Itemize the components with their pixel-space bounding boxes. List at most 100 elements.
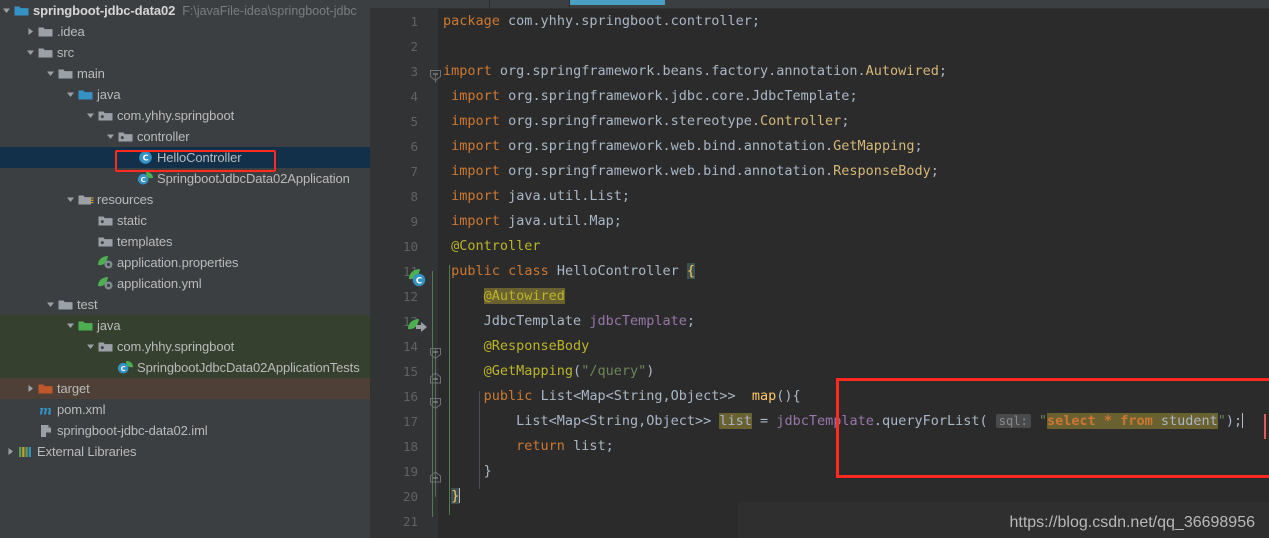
excluded-folder-icon	[37, 382, 54, 395]
code-line-14: @ResponseBody	[483, 338, 590, 354]
code-line-3: import org.springframework.beans.factory…	[443, 63, 947, 79]
chevron-down-icon[interactable]	[64, 321, 77, 330]
chevron-down-icon[interactable]	[84, 111, 97, 120]
code-text-area[interactable]: package com.yhhy.springboot.controller; …	[438, 9, 1269, 538]
external-libraries-icon	[17, 445, 34, 459]
sidebar-item-label: test	[77, 297, 98, 312]
project-tree[interactable]: springboot-jdbc-data02 F:\javaFile-idea\s…	[0, 0, 370, 462]
sidebar-item-application-properties[interactable]: application.properties	[0, 252, 370, 273]
sidebar-item-springbootjdbcdata02applicationtests[interactable]: C SpringbootJdbcData02ApplicationTests	[0, 357, 370, 378]
sidebar-item-label: java	[97, 87, 121, 102]
sidebar-item-com-yhhy-springboot[interactable]: com.yhhy.springboot	[0, 105, 370, 126]
sidebar-item-main[interactable]: main	[0, 63, 370, 84]
package-folder-icon	[97, 214, 114, 227]
sidebar-item-label: main	[77, 66, 105, 81]
project-tree-panel[interactable]: springboot-jdbc-data02 F:\javaFile-idea\s…	[0, 0, 370, 538]
svg-text:C: C	[141, 176, 146, 184]
chevron-down-icon[interactable]	[24, 48, 37, 57]
active-tab-underline	[570, 0, 665, 5]
chevron-right-icon[interactable]	[4, 447, 17, 456]
sidebar-item-static[interactable]: static	[0, 210, 370, 231]
sidebar-item-src[interactable]: src	[0, 42, 370, 63]
editor-scrollbar-track[interactable]	[1257, 9, 1269, 538]
caret-position-marker	[1264, 414, 1266, 439]
sidebar-item-resources[interactable]: resources	[0, 189, 370, 210]
sidebar-item-external-libraries[interactable]: External Libraries	[0, 441, 370, 462]
svg-text:m: m	[39, 403, 52, 417]
sidebar-item-label: application.yml	[117, 276, 202, 291]
sidebar-item-application-yml[interactable]: application.yml	[0, 273, 370, 294]
code-line-16: public List<Map<String,Object>> map(){	[483, 388, 801, 404]
sidebar-item-label: SpringbootJdbcData02Application	[157, 171, 350, 186]
chevron-down-icon[interactable]	[64, 90, 77, 99]
sidebar-item-springbootjdbcdata02application[interactable]: C SpringbootJdbcData02Application	[0, 168, 370, 189]
sidebar-item-label: com.yhhy.springboot	[117, 108, 235, 123]
sidebar-item-templates[interactable]: templates	[0, 231, 370, 252]
chevron-down-icon[interactable]	[0, 6, 13, 15]
chevron-down-icon[interactable]	[84, 342, 97, 351]
sidebar-item-hellocontroller[interactable]: C HelloController	[0, 147, 370, 168]
package-folder-icon	[117, 130, 134, 143]
token-package-keyword: package	[443, 13, 500, 29]
sidebar-item-target[interactable]: target	[0, 378, 370, 399]
project-root-icon	[13, 4, 30, 17]
code-line-8: import java.util.List;	[451, 188, 630, 204]
test-source-folder-icon	[77, 319, 94, 332]
chevron-down-icon[interactable]	[44, 69, 57, 78]
spring-config-file-icon	[97, 276, 114, 291]
code-line-17: List<Map<String,Object>> list = jdbcTemp…	[516, 413, 1244, 429]
spring-bean-navigate-icon[interactable]	[406, 317, 428, 339]
param-hint-sql: sql:	[995, 414, 1031, 428]
spring-config-file-icon	[97, 255, 114, 270]
spring-bean-class-icon[interactable]: C	[406, 267, 428, 289]
sidebar-item-label: HelloController	[157, 150, 242, 165]
code-line-13: JdbcTemplate jdbcTemplate;	[483, 313, 696, 329]
java-class-icon: C	[137, 150, 154, 165]
editor-gutter[interactable]: 1 2 3 4 5 6 7 8 9 10 11 12 13 14 15 16 17 18 19 20 21 C	[370, 9, 441, 538]
folder-icon	[57, 67, 74, 80]
folder-icon	[37, 25, 54, 38]
code-line-15: @GetMapping("/query")	[483, 363, 655, 379]
source-folder-icon	[77, 88, 94, 101]
sidebar-item-label: src	[57, 45, 75, 60]
sidebar-item-label: pom.xml	[57, 402, 106, 417]
code-line-4: import org.springframework.jdbc.core.Jdb…	[451, 88, 858, 104]
code-line-6: import org.springframework.web.bind.anno…	[451, 138, 923, 154]
code-line-19: }	[483, 463, 492, 479]
sidebar-item-pom-xml[interactable]: m pom.xml	[0, 399, 370, 420]
sidebar-item-label: SpringbootJdbcData02ApplicationTests	[137, 360, 360, 375]
chevron-right-icon[interactable]	[24, 27, 37, 36]
sidebar-item-controller[interactable]: controller	[0, 126, 370, 147]
sidebar-item-test[interactable]: test	[0, 294, 370, 315]
sidebar-item-label: springboot-jdbc-data02.iml	[57, 423, 208, 438]
code-line-12: @Autowired	[483, 288, 565, 304]
sidebar-item-label: resources	[97, 192, 154, 207]
folder-icon	[57, 298, 74, 311]
sidebar-item-label: templates	[117, 234, 173, 249]
spring-boot-class-icon: C	[117, 360, 134, 375]
code-line-1: package com.yhhy.springboot.controller;	[443, 13, 761, 29]
chevron-down-icon[interactable]	[64, 195, 77, 204]
package-folder-icon	[97, 235, 114, 248]
package-folder-icon	[97, 109, 114, 122]
sidebar-item-label: target	[57, 381, 90, 396]
code-editor-pane[interactable]: 1 2 3 4 5 6 7 8 9 10 11 12 13 14 15 16 17 18 19 20 21 C	[370, 0, 1269, 538]
package-folder-icon	[97, 340, 114, 353]
editor-tab-strip[interactable]	[370, 0, 1269, 9]
project-root-row[interactable]: springboot-jdbc-data02 F:\javaFile-idea\s…	[0, 0, 370, 21]
sidebar-item-com-yhhy-springboot[interactable]: com.yhhy.springboot	[0, 336, 370, 357]
project-path: F:\javaFile-idea\springboot-jdbc	[182, 3, 357, 18]
code-line-7: import org.springframework.web.bind.anno…	[451, 163, 939, 179]
chevron-down-icon[interactable]	[44, 300, 57, 309]
spring-boot-class-icon: C	[137, 171, 154, 186]
chevron-right-icon[interactable]	[24, 384, 37, 393]
sidebar-item-springboot-jdbc-data02-iml[interactable]: springboot-jdbc-data02.iml	[0, 420, 370, 441]
sidebar-item-idea[interactable]: .idea	[0, 21, 370, 42]
sidebar-item-java[interactable]: java	[0, 315, 370, 336]
sidebar-item-label: java	[97, 318, 121, 333]
chevron-down-icon[interactable]	[104, 132, 117, 141]
sidebar-item-java[interactable]: java	[0, 84, 370, 105]
sidebar-item-label: controller	[137, 129, 190, 144]
code-line-10: @Controller	[451, 238, 541, 254]
